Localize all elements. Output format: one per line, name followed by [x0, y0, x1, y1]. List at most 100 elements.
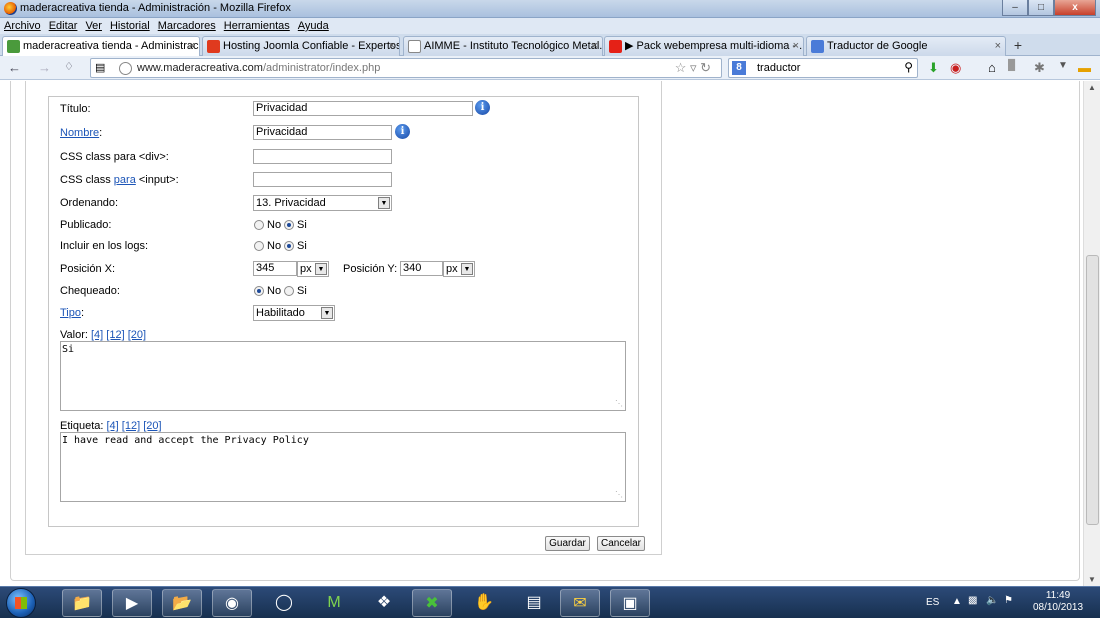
- tray-arrow-icon[interactable]: ▲: [952, 596, 962, 607]
- search-bar[interactable]: 8 traductor ⚲: [728, 58, 918, 78]
- chevron-down-icon[interactable]: ▼: [461, 263, 473, 275]
- window-icon[interactable]: ▣: [610, 589, 650, 617]
- calendar-icon[interactable]: ▤: [514, 589, 554, 617]
- excel-icon[interactable]: ✖: [412, 589, 452, 617]
- cancelar-button[interactable]: Cancelar: [597, 536, 645, 551]
- search-engine-icon[interactable]: 8: [732, 61, 746, 75]
- valor-textarea[interactable]: Si ⋱: [60, 341, 626, 411]
- tab-close-icon[interactable]: ×: [995, 37, 1001, 55]
- tab-close-icon[interactable]: ×: [793, 37, 799, 55]
- volume-icon[interactable]: 🔈: [986, 595, 998, 606]
- file-manager-icon[interactable]: 📂: [162, 589, 202, 617]
- size-link-4[interactable]: [4]: [91, 329, 103, 341]
- download-arrow-icon[interactable]: ⬇: [928, 60, 939, 76]
- chevron-down-icon[interactable]: ▼: [321, 307, 333, 319]
- menu-editar[interactable]: Editar: [49, 18, 78, 34]
- posy-input[interactable]: 340: [400, 261, 443, 276]
- size-link-4[interactable]: [4]: [106, 420, 118, 432]
- media-player-icon[interactable]: ▶: [112, 589, 152, 617]
- paw-icon[interactable]: ✋: [464, 589, 504, 617]
- guardar-button[interactable]: Guardar: [545, 536, 590, 551]
- logs-no-radio[interactable]: [254, 241, 264, 251]
- back-arrow-icon[interactable]: ←: [8, 60, 21, 75]
- movistar-icon[interactable]: M: [314, 589, 354, 617]
- url-bar[interactable]: ▤ www.maderacreativa.com/administrator/i…: [90, 58, 722, 78]
- nombre-link[interactable]: Nombre: [60, 127, 99, 139]
- posx-unit-select[interactable]: px ▼: [297, 261, 329, 277]
- chequeado-no-radio[interactable]: [254, 286, 264, 296]
- chequeado-si-radio[interactable]: [284, 286, 294, 296]
- hp-icon[interactable]: ◯: [264, 589, 304, 617]
- menu-archivo[interactable]: Archivo: [4, 18, 41, 34]
- nombre-input[interactable]: Privacidad: [253, 125, 392, 140]
- outlook-icon[interactable]: ✉: [560, 589, 600, 617]
- info-icon[interactable]: i: [395, 124, 410, 139]
- chequeado-si-label: Si: [297, 285, 307, 297]
- tab-close-icon[interactable]: ×: [189, 37, 195, 55]
- firefox-taskbar-icon[interactable]: ◉: [212, 589, 252, 617]
- css-div-input[interactable]: [253, 149, 392, 164]
- size-link-12[interactable]: [12]: [122, 420, 140, 432]
- start-button[interactable]: [6, 588, 36, 618]
- info-icon[interactable]: i: [475, 100, 490, 115]
- bookmarks-toolbar-icon[interactable]: ▬: [1078, 60, 1091, 75]
- menu-ver[interactable]: Ver: [85, 18, 102, 34]
- ordenando-select[interactable]: 13. Privacidad ▼: [253, 195, 392, 211]
- titulo-input[interactable]: Privacidad: [253, 101, 473, 116]
- search-input[interactable]: traductor: [757, 62, 800, 74]
- posx-input[interactable]: 345: [253, 261, 297, 276]
- network-icon[interactable]: ▩: [968, 595, 977, 606]
- tab-traductor[interactable]: Traductor de Google ×: [806, 36, 1006, 56]
- publicado-si-radio[interactable]: [284, 220, 294, 230]
- minimize-button[interactable]: –: [1002, 0, 1028, 16]
- chevron-down-icon[interactable]: ▼: [378, 197, 390, 209]
- resize-grip-icon[interactable]: ⋱: [615, 490, 623, 499]
- home-icon[interactable]: ⌂: [988, 60, 996, 75]
- scrollbar-thumb[interactable]: [1086, 255, 1099, 525]
- scroll-up-icon[interactable]: ▲: [1088, 83, 1096, 92]
- tab-close-icon[interactable]: ×: [389, 37, 395, 55]
- css-input-para-link[interactable]: para: [114, 174, 136, 186]
- posy-unit-value: px: [446, 263, 458, 275]
- tab-close-icon[interactable]: ×: [592, 37, 598, 55]
- close-window-button[interactable]: x: [1054, 0, 1096, 16]
- css-input-input[interactable]: [253, 172, 392, 187]
- tab-maderacreativa[interactable]: maderacreativa tienda - Administraci... …: [2, 36, 200, 56]
- tab-aimme[interactable]: AIMME - Instituto Tecnológico Metal... ×: [403, 36, 603, 56]
- signal-icon[interactable]: █: [1008, 60, 1015, 71]
- bookmarks-menu-icon[interactable]: ▤: [95, 61, 105, 74]
- explorer-icon[interactable]: 📁: [62, 589, 102, 617]
- flag-icon[interactable]: ⚑: [1004, 595, 1013, 606]
- tipo-link[interactable]: Tipo: [60, 307, 81, 319]
- forward-arrow-icon[interactable]: →: [38, 60, 51, 75]
- publicado-no-radio[interactable]: [254, 220, 264, 230]
- bookmark-star-icon[interactable]: ☆ ▿ ↻: [675, 60, 711, 76]
- logs-si-radio[interactable]: [284, 241, 294, 251]
- menu-historial[interactable]: Historial: [110, 18, 150, 34]
- size-link-20[interactable]: [20]: [128, 329, 146, 341]
- menu-herramientas[interactable]: Herramientas: [224, 18, 290, 34]
- search-magnifier-icon[interactable]: ⚲: [904, 60, 913, 74]
- size-link-20[interactable]: [20]: [143, 420, 161, 432]
- identity-icon[interactable]: ♢: [64, 60, 74, 73]
- menu-dropdown-icon[interactable]: ▼: [1058, 60, 1068, 71]
- addon-icon[interactable]: ✱: [1034, 60, 1045, 76]
- menu-ayuda[interactable]: Ayuda: [298, 18, 329, 34]
- chrome-icon[interactable]: ❖: [364, 589, 404, 617]
- tab-hosting-joomla[interactable]: Hosting Joomla Confiable - Expertos ... …: [202, 36, 400, 56]
- size-link-12[interactable]: [12]: [106, 329, 124, 341]
- maximize-button[interactable]: □: [1028, 0, 1054, 16]
- tipo-select[interactable]: Habilitado ▼: [253, 305, 335, 321]
- resize-grip-icon[interactable]: ⋱: [615, 399, 623, 408]
- posy-unit-select[interactable]: px ▼: [443, 261, 475, 277]
- record-icon[interactable]: ◉: [950, 60, 961, 76]
- scroll-down-icon[interactable]: ▼: [1088, 575, 1096, 584]
- language-indicator[interactable]: ES: [926, 597, 939, 608]
- new-tab-button[interactable]: +: [1007, 37, 1029, 55]
- vertical-scrollbar[interactable]: ▲ ▼: [1083, 81, 1100, 586]
- menu-marcadores[interactable]: Marcadores: [158, 18, 216, 34]
- clock[interactable]: 11:49 08/10/2013: [1028, 590, 1088, 614]
- etiqueta-textarea[interactable]: I have read and accept the Privacy Polic…: [60, 432, 626, 502]
- tab-pack-webempresa[interactable]: ▶ Pack webempresa multi-idioma - ... ×: [604, 36, 804, 56]
- chevron-down-icon[interactable]: ▼: [315, 263, 327, 275]
